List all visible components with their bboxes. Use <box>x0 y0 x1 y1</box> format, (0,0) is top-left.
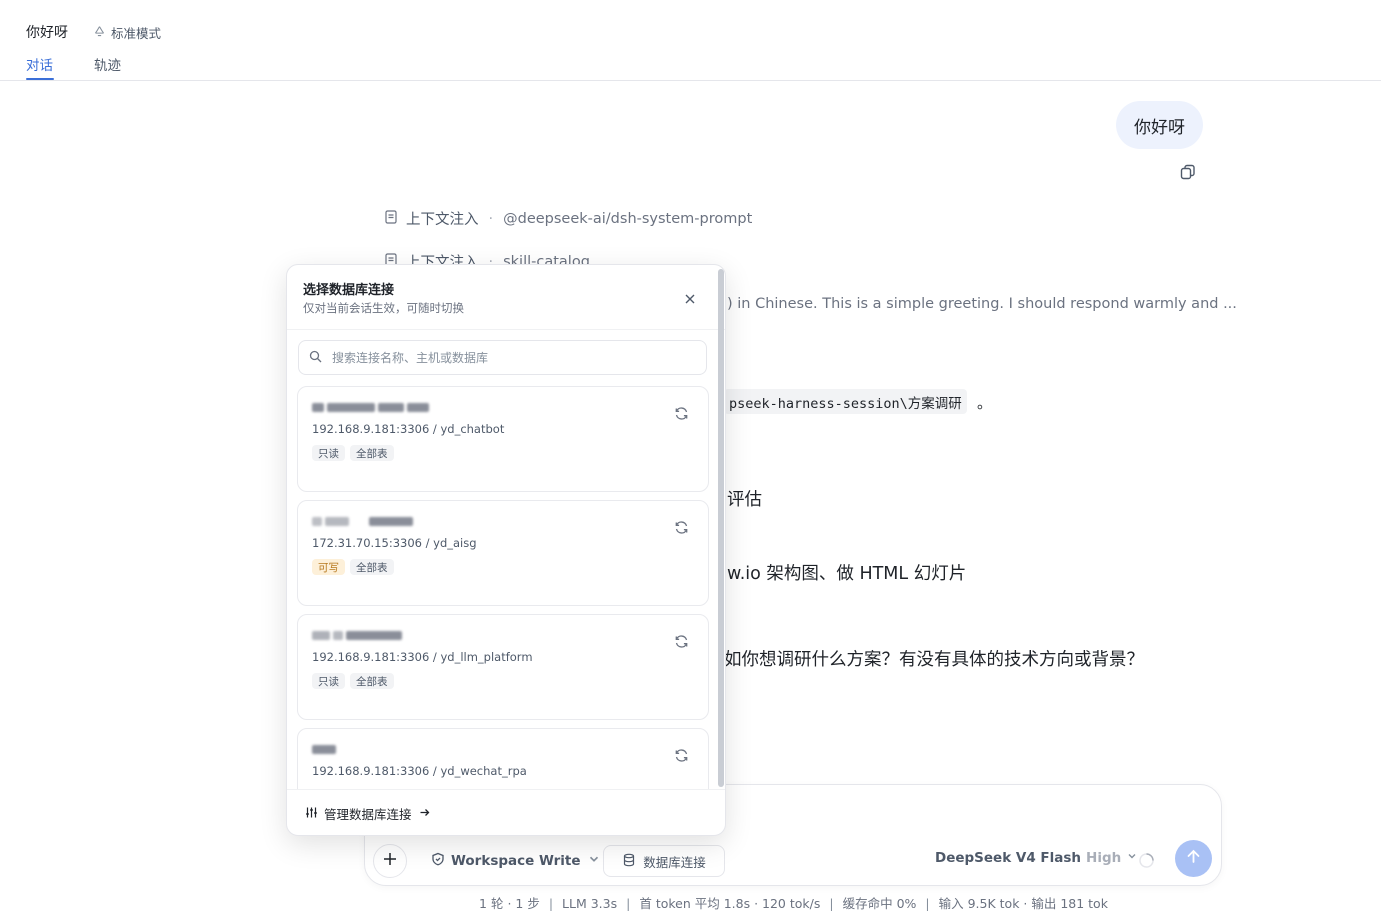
chevron-down-icon <box>1126 850 1138 866</box>
connection-address: 172.31.70.15:3306 / yd_aisg <box>312 536 477 550</box>
stats-cache: 缓存命中 0% <box>842 896 917 911</box>
add-attachment-button[interactable] <box>373 844 407 878</box>
tab-trace[interactable]: 轨迹 <box>94 54 121 74</box>
assistant-text-line: 如你想调研什么方案？有没有具体的技术方向或背景？ <box>724 650 1144 670</box>
sentence-end: 。 <box>977 394 993 412</box>
connection-card[interactable]: 172.31.70.15:3306 / yd_aisg 可写 全部表 <box>297 500 709 606</box>
connection-list[interactable]: 192.168.9.181:3306 / yd_chatbot 只读 全部表 1… <box>287 383 725 789</box>
close-icon <box>685 289 695 308</box>
database-connection-popover: 选择数据库连接 仅对当前会话生效，可随时切换 192.168.9.181:330… <box>286 264 726 836</box>
model-name: DeepSeek V4 Flash <box>935 850 1082 866</box>
inline-code-path: pseek-harness-session\方案调研 <box>724 389 967 414</box>
stats-separator: | <box>548 896 554 911</box>
workspace-permission-select[interactable]: Workspace Write <box>425 845 607 877</box>
connection-name-redacted <box>312 398 429 416</box>
connection-card[interactable]: 192.168.9.181:3306 / yd_chatbot 只读 全部表 <box>297 386 709 492</box>
database-connection-button[interactable]: 数据库连接 <box>603 845 725 877</box>
connection-card[interactable]: 192.168.9.181:3306 / yd_wechat_rpa <box>297 728 709 789</box>
model-select[interactable]: DeepSeek V4 Flash High <box>935 850 1138 866</box>
mode-label: 标准模式 <box>111 26 162 41</box>
workspace-label: Workspace Write <box>451 853 581 869</box>
divider <box>287 329 725 330</box>
session-stats: 1 轮 · 1 步 | LLM 3.3s | 首 token 平均 1.8s · 120… <box>0 893 1381 912</box>
context-injection-row[interactable]: 上下文注入 · @deepseek-ai/dsh-system-prompt <box>384 208 752 229</box>
conversation-header: 你好呀 标准模式 对话 轨迹 <box>0 0 1381 81</box>
scope-tag: 全部表 <box>350 673 394 689</box>
loading-spinner-icon <box>1138 852 1155 869</box>
active-tab-indicator <box>26 78 54 80</box>
send-button[interactable] <box>1175 840 1212 877</box>
popover-subtitle: 仅对当前会话生效，可随时切换 <box>303 301 464 315</box>
database-icon <box>622 853 636 870</box>
scope-tag: 全部表 <box>350 559 394 575</box>
mode-indicator[interactable]: 标准模式 <box>93 23 161 42</box>
connection-tags: 可写 全部表 <box>312 559 394 575</box>
scope-tag: 全部表 <box>350 445 394 461</box>
refresh-icon[interactable] <box>674 520 689 535</box>
popover-scrollbar[interactable] <box>718 269 724 787</box>
assistant-text-line: w.io 架构图、做 HTML 幻灯片 <box>727 564 967 584</box>
connection-tags: 只读 全部表 <box>312 445 394 461</box>
connection-address: 192.168.9.181:3306 / yd_wechat_rpa <box>312 764 527 778</box>
connection-search[interactable] <box>298 340 707 375</box>
manage-connections-link[interactable]: 管理数据库连接 <box>287 789 725 835</box>
refresh-icon[interactable] <box>674 406 689 421</box>
connection-tags: 只读 全部表 <box>312 673 394 689</box>
stats-separator: | <box>626 896 631 911</box>
context-target: @deepseek-ai/dsh-system-prompt <box>503 210 753 227</box>
connection-card[interactable]: 192.168.9.181:3306 / yd_llm_platform 只读 … <box>297 614 709 720</box>
manage-connections-label: 管理数据库连接 <box>324 807 412 822</box>
stats-separator: | <box>925 896 930 911</box>
close-button[interactable] <box>682 290 698 306</box>
stats-separator: | <box>829 896 834 911</box>
connection-name-redacted <box>312 512 413 530</box>
assistant-text-line: 评估 <box>727 490 762 510</box>
connection-address: 192.168.9.181:3306 / yd_llm_platform <box>312 650 533 664</box>
popover-title: 选择数据库连接 <box>303 283 395 298</box>
refresh-icon[interactable] <box>674 748 689 763</box>
writable-tag: 可写 <box>312 559 345 575</box>
separator-dot: · <box>488 210 494 227</box>
arrow-right-icon <box>418 806 431 822</box>
search-icon <box>309 348 322 367</box>
connection-name-redacted <box>312 626 402 644</box>
stats-rounds: 1 轮 · 1 步 <box>479 896 540 911</box>
stats-io: 输入 9.5K tok · 输出 181 tok <box>938 896 1108 911</box>
context-label: 上下文注入 <box>406 212 479 228</box>
stats-llm: LLM 3.3s <box>562 896 618 911</box>
conversation-title: 你好呀 <box>26 25 68 41</box>
model-level: High <box>1086 850 1122 866</box>
connection-search-input[interactable] <box>332 350 692 365</box>
stats-first-token: 首 token 平均 1.8s · 120 tok/s <box>639 896 821 911</box>
arrow-up-icon <box>1185 848 1202 869</box>
readonly-tag: 只读 <box>312 673 345 689</box>
thinking-text: ) in Chinese. This is a simple greeting.… <box>727 296 1237 312</box>
plus-icon <box>382 851 398 871</box>
user-message-bubble: 你好呀 <box>1116 101 1203 149</box>
chevron-down-icon <box>587 852 601 870</box>
sliders-icon <box>305 806 318 822</box>
readonly-tag: 只读 <box>312 445 345 461</box>
tab-conversation[interactable]: 对话 <box>26 54 53 74</box>
connection-address: 192.168.9.181:3306 / yd_chatbot <box>312 422 505 436</box>
copy-icon[interactable] <box>1179 163 1197 181</box>
document-icon <box>384 209 398 228</box>
connection-name-redacted <box>312 740 336 758</box>
shield-icon <box>431 852 445 870</box>
recycle-icon <box>93 25 106 41</box>
database-button-label: 数据库连接 <box>643 854 706 870</box>
refresh-icon[interactable] <box>674 634 689 649</box>
